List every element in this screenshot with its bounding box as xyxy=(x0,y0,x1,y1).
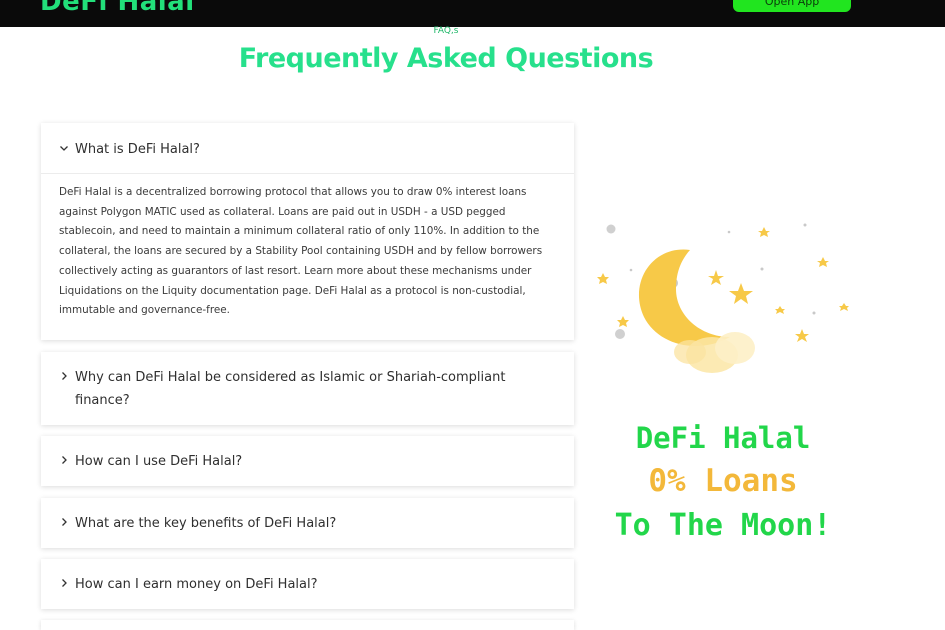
chevron-down-icon xyxy=(59,138,75,161)
chevron-right-icon xyxy=(59,450,75,473)
chevron-right-icon xyxy=(59,366,75,389)
faq-question-benefits[interactable]: What are the key benefits of DeFi Halal? xyxy=(41,498,574,535)
chevron-right-icon xyxy=(59,573,75,596)
faq-question-label: What are the key benefits of DeFi Halal? xyxy=(75,516,337,531)
promo-line-moon: To The Moon! xyxy=(614,508,832,543)
faq-item-earn: How can I earn money on DeFi Halal? xyxy=(41,559,574,609)
faq-item-how-use: How can I use DeFi Halal? xyxy=(41,436,574,486)
open-app-button[interactable]: Open App xyxy=(733,0,851,12)
faq-question-earn[interactable]: How can I earn money on DeFi Halal? xyxy=(41,559,574,596)
faq-question-label: How can I earn money on DeFi Halal? xyxy=(75,577,318,592)
faq-item-partial xyxy=(41,620,574,630)
moon-stars-icon xyxy=(597,223,849,373)
faq-question-label: Why can DeFi Halal be considered as Isla… xyxy=(75,370,506,408)
faq-question-what-is[interactable]: What is DeFi Halal? xyxy=(41,123,574,173)
faq-question-shariah[interactable]: Why can DeFi Halal be considered as Isla… xyxy=(41,352,574,412)
faq-item-shariah: Why can DeFi Halal be considered as Isla… xyxy=(41,352,574,425)
promo-line-brand: DeFi Halal xyxy=(635,421,811,455)
faq-question-label: How can I use DeFi Halal? xyxy=(75,454,243,469)
faq-item-benefits: What are the key benefits of DeFi Halal? xyxy=(41,498,574,548)
faq-answer: DeFi Halal is a decentralized borrowing … xyxy=(59,186,543,317)
section-eyebrow: FAQ,s xyxy=(433,26,459,36)
faq-item-what-is: What is DeFi Halal? DeFi Halal is a dece… xyxy=(41,123,574,340)
faq-question-label: What is DeFi Halal? xyxy=(75,142,200,157)
faq-question-how-use[interactable]: How can I use DeFi Halal? xyxy=(41,436,574,473)
site-logo[interactable]: DeFi Halal xyxy=(40,0,195,17)
top-navbar: DeFi Halal Open App xyxy=(0,0,945,27)
promo-banner: DeFi Halal 0% Loans To The Moon! xyxy=(600,418,846,548)
chevron-right-icon xyxy=(59,512,75,535)
faq-title: Frequently Asked Questions xyxy=(238,43,654,74)
promo-line-loans: 0% Loans xyxy=(648,463,798,499)
